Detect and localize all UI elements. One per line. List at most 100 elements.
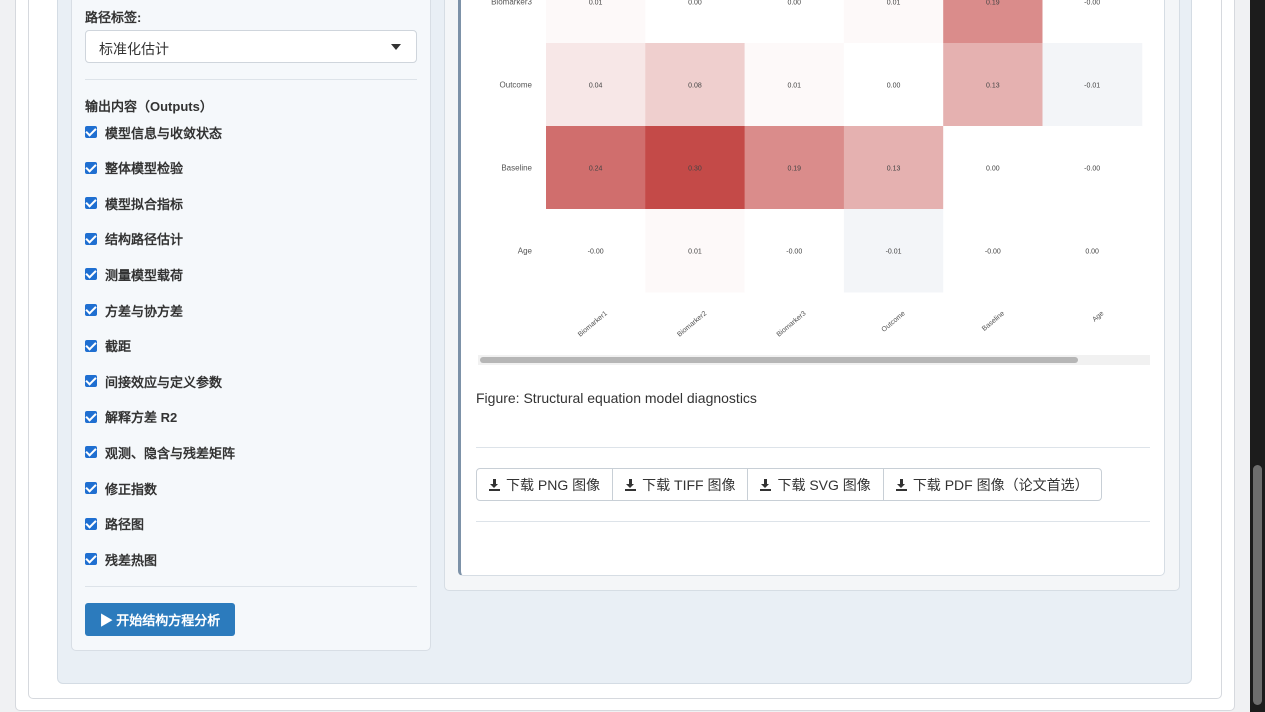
heatmap-value-label: 0.19 <box>986 0 1000 7</box>
heatmap-value-label: -0.01 <box>1084 83 1100 90</box>
heatmap-value-label: -0.00 <box>985 249 1001 256</box>
download-button[interactable]: 下载 SVG 图像 <box>748 469 884 500</box>
page-scrollbar-thumb[interactable] <box>1253 465 1262 705</box>
download-label: 下载 SVG 图像 <box>777 476 871 493</box>
output-checkbox[interactable]: 测量模型载荷 <box>85 266 184 283</box>
checkbox-checked-icon[interactable] <box>85 304 97 316</box>
heatmap-column-label: Outcome <box>881 310 907 334</box>
output-checkbox[interactable]: 模型信息与收敛状态 <box>85 124 223 141</box>
checkbox-label: 模型信息与收敛状态 <box>105 125 223 141</box>
download-button[interactable]: 下载 TIFF 图像 <box>613 469 749 500</box>
divider <box>476 521 1150 522</box>
divider <box>476 447 1150 448</box>
checkbox-label: 残差热图 <box>105 552 158 568</box>
heatmap-value-label: 0.00 <box>1085 249 1099 256</box>
heatmap-value-label: 0.24 <box>589 166 603 173</box>
output-checkbox[interactable]: 方差与协方差 <box>85 302 183 319</box>
checkbox-checked-icon[interactable] <box>85 126 97 138</box>
checkbox-checked-icon[interactable] <box>85 553 97 566</box>
run-analysis-button[interactable]: ▶ 开始结构方程分析 <box>85 603 235 636</box>
path-label-title: 路径标签: <box>85 10 142 25</box>
heatmap-value-label: -0.00 <box>1084 0 1100 7</box>
checkbox-label: 修正指数 <box>105 481 158 497</box>
checkbox-checked-icon[interactable] <box>85 410 97 423</box>
output-checkbox[interactable]: 结构路径估计 <box>85 231 183 247</box>
heatmap-value-label: 0.00 <box>887 83 901 90</box>
download-label: 下载 TIFF 图像 <box>642 476 736 493</box>
heatmap-value-label: -0.00 <box>786 249 802 256</box>
output-checkbox[interactable]: 路径图 <box>85 516 144 532</box>
figure-caption: Figure: Structural equation model diagno… <box>476 390 757 406</box>
heatmap-cell <box>1042 0 1143 44</box>
heatmap-value-label: 0.00 <box>688 0 702 7</box>
heatmap-value-label: 0.13 <box>986 83 1000 90</box>
heatmap-value-label: 0.19 <box>787 166 801 173</box>
heatmap-column-label: Biomarker2 <box>676 310 708 338</box>
path-label-value: 标准化估计 <box>99 41 169 57</box>
download-icon <box>895 478 907 491</box>
checkbox-checked-icon[interactable] <box>85 482 97 494</box>
download-label: 下载 PDF 图像（论文首选） <box>912 476 1089 493</box>
heatmap-column-label: Biomarker3 <box>776 310 808 338</box>
path-label-select[interactable]: 标准化估计 <box>85 30 417 63</box>
scrollbar-thumb[interactable] <box>480 357 1078 363</box>
download-icon <box>489 478 500 491</box>
download-icon <box>625 478 637 491</box>
checkbox-label: 截距 <box>105 339 132 355</box>
download-button[interactable]: 下载 PDF 图像（论文首选） <box>884 469 1101 500</box>
download-label: 下载 PNG 图像 <box>506 476 601 493</box>
checkbox-label: 结构路径估计 <box>105 232 184 248</box>
checkbox-checked-icon[interactable] <box>85 339 97 352</box>
page-scrollbar[interactable] <box>1250 0 1265 712</box>
heatmap-value-label: -0.00 <box>588 249 604 256</box>
residual-heatmap: 0.01 0.00 0.00 0.01 0.19 -0.00 Biomarker3 0.04 0… <box>491 0 1143 339</box>
heatmap-row-label: Age <box>518 247 533 256</box>
heatmap-value-label: 0.13 <box>887 166 901 173</box>
outputs-title: 输出内容（Outputs） <box>85 99 213 114</box>
heatmap-cell <box>546 0 646 44</box>
horizontal-scrollbar[interactable] <box>478 355 1150 365</box>
checkbox-label: 观测、隐含与残差矩阵 <box>105 445 236 461</box>
download-button[interactable]: 下载 PNG 图像 <box>477 469 614 500</box>
output-checkbox[interactable]: 观测、隐含与残差矩阵 <box>85 444 236 461</box>
output-checkbox[interactable]: 模型拟合指标 <box>85 195 183 212</box>
checkbox-label: 测量模型载荷 <box>105 267 184 283</box>
heatmap-row-label: Biomarker3 <box>491 0 532 7</box>
heatmap-value-label: 0.00 <box>986 166 1000 173</box>
output-checkbox[interactable]: 整体模型检验 <box>85 160 183 176</box>
checkbox-checked-icon[interactable] <box>85 197 97 210</box>
heatmap-cell <box>744 0 845 44</box>
output-checkbox[interactable]: 残差热图 <box>85 551 158 568</box>
heatmap-value-label: 0.00 <box>787 0 801 7</box>
checkbox-checked-icon[interactable] <box>85 375 97 388</box>
checkbox-checked-icon[interactable] <box>85 232 97 245</box>
output-checkbox[interactable]: 间接效应与定义参数 <box>85 373 223 390</box>
heatmap-cell <box>645 0 746 44</box>
heatmap-cell <box>943 0 1043 44</box>
divider <box>85 586 417 587</box>
download-icon <box>760 478 772 491</box>
output-checkbox[interactable]: 截距 <box>85 338 131 354</box>
output-checkbox[interactable]: 解释方差 R2 <box>85 409 177 425</box>
heatmap-value-label: 0.04 <box>589 83 603 90</box>
checkbox-label: 间接效应与定义参数 <box>105 374 223 390</box>
checkbox-checked-icon[interactable] <box>85 161 97 174</box>
output-checkbox[interactable]: 修正指数 <box>85 480 158 497</box>
checkbox-label: 解释方差 R2 <box>105 410 178 426</box>
download-button-group: 下载 PNG 图像 下载 TIFF 图像 下载 SVG 图像 下载 PDF 图像（论文… <box>476 468 1102 501</box>
checkbox-checked-icon[interactable] <box>85 517 97 530</box>
heatmap-value-label: 0.01 <box>688 249 702 256</box>
heatmap-value-label: 0.08 <box>688 83 702 90</box>
heatmap-value-label: -0.00 <box>1084 166 1100 173</box>
heatmap-row-label: Baseline <box>501 164 532 173</box>
heatmap-column-label: Baseline <box>981 310 1006 333</box>
checkbox-label: 整体模型检验 <box>105 161 184 177</box>
checkbox-checked-icon[interactable] <box>85 268 97 281</box>
heatmap-value-label: 0.01 <box>787 83 801 90</box>
heatmap-column-label: Age <box>1091 310 1105 323</box>
heatmap-value-label: -0.01 <box>886 249 902 256</box>
heatmap-row-label: Outcome <box>500 81 533 90</box>
heatmap-value-label: 0.01 <box>589 0 603 7</box>
heatmap-value-label: 0.30 <box>688 166 702 173</box>
checkbox-checked-icon[interactable] <box>85 446 97 459</box>
